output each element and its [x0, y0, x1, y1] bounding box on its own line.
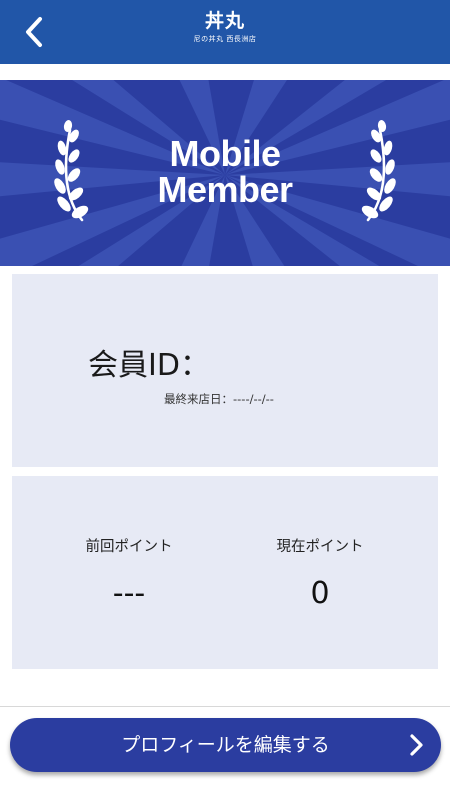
previous-points-value: --- — [112, 576, 146, 611]
back-button[interactable] — [20, 14, 50, 50]
previous-points-label: 前回ポイント — [85, 539, 173, 555]
previous-points: 前回ポイント --- — [29, 538, 229, 612]
current-points-label: 現在ポイント — [276, 539, 364, 555]
points-card: 前回ポイント --- 現在ポイント 0 — [12, 476, 438, 669]
chevron-left-icon — [26, 17, 42, 47]
member-info-card: 会員ID： 最終来店日：----/--/-- — [12, 274, 438, 467]
laurel-icon — [361, 120, 396, 222]
logo-main-text: 丼丸 — [204, 10, 245, 32]
logo-store-name: 尼の丼丸 西長洲店 — [193, 35, 257, 43]
current-points-value: 0 — [310, 576, 330, 611]
member-id-label: 会員ID： — [88, 348, 210, 383]
footer-divider — [0, 706, 450, 707]
last-visit-date: 最終来店日：----/--/-- — [164, 392, 274, 406]
current-points: 現在ポイント 0 — [220, 538, 420, 612]
store-logo: 丼丸 尼の丼丸 西長洲店 — [175, 10, 275, 54]
mobile-member-banner: Mobile Member — [0, 80, 450, 266]
edit-profile-button[interactable]: プロフィールを編集する — [10, 718, 441, 772]
chevron-right-icon — [410, 734, 423, 756]
app-header: 丼丸 尼の丼丸 西長洲店 — [0, 0, 450, 64]
edit-profile-label: プロフィールを編集する — [121, 734, 330, 756]
